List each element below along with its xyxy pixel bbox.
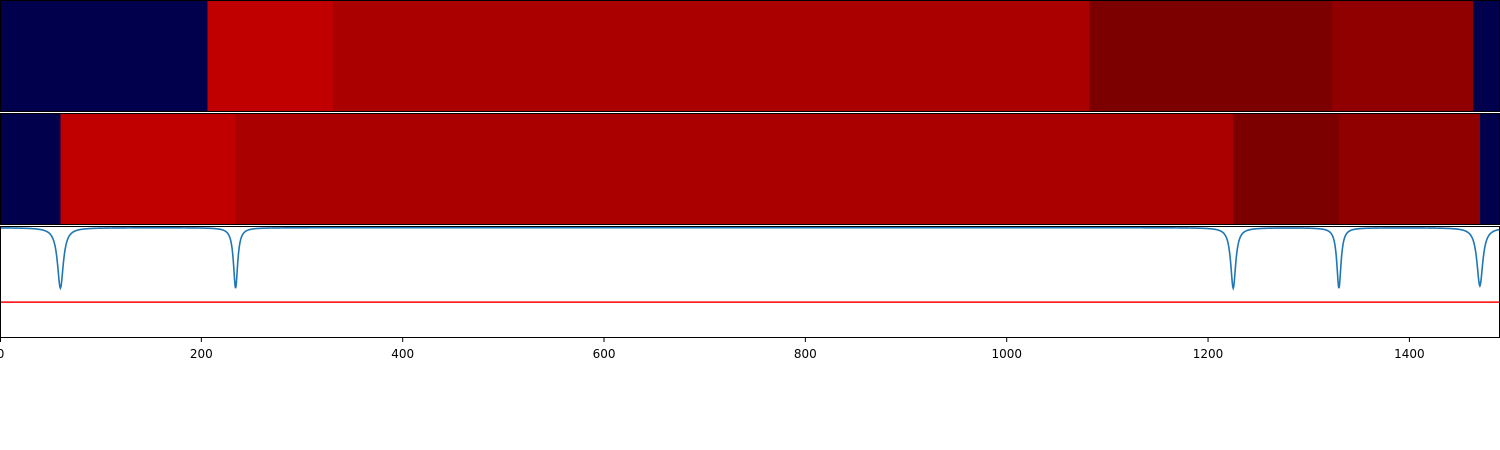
heatmap-segment xyxy=(1472,0,1500,112)
x-tick-label: 600 xyxy=(593,347,616,361)
series-line xyxy=(0,226,1500,291)
x-tick-label: 1400 xyxy=(1394,347,1425,361)
heatmap-segment xyxy=(1338,113,1480,225)
x-tick-label: 1000 xyxy=(991,347,1022,361)
panel-frame xyxy=(0,226,1500,338)
heatmap-segment xyxy=(1089,0,1332,112)
x-tick-label: 0 xyxy=(0,347,4,361)
x-tick-label: 200 xyxy=(190,347,213,361)
x-tick-label: 1200 xyxy=(1193,347,1224,361)
x-tick-label: 400 xyxy=(391,347,414,361)
heatmap-top xyxy=(0,0,1500,112)
heatmap-segment xyxy=(1233,113,1339,225)
line-panel xyxy=(0,226,1500,338)
heatmap-segment xyxy=(333,0,1090,112)
heatmap-segment xyxy=(1479,113,1500,225)
heatmap-segment xyxy=(1331,0,1473,112)
heatmap-segment xyxy=(60,113,236,225)
heatmap-middle xyxy=(0,113,1500,225)
heatmap-segment xyxy=(0,0,208,112)
chart-figure: 0 200 400 600 800 1000 1200 1400 xyxy=(0,0,1500,361)
x-tick-label: 800 xyxy=(794,347,817,361)
heatmap-segment xyxy=(0,113,61,225)
heatmap-segment xyxy=(207,0,334,112)
x-axis: 0 200 400 600 800 1000 1200 1400 xyxy=(0,338,1425,361)
heatmap-segment xyxy=(235,113,1234,225)
